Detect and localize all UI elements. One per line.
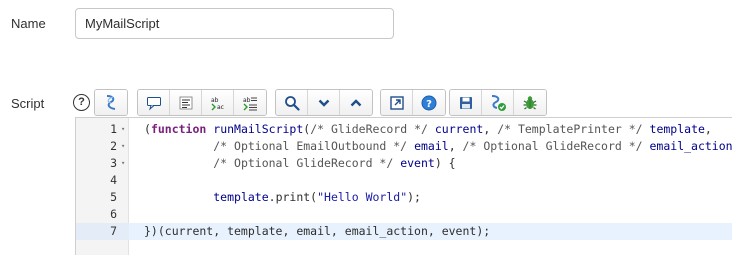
code-line[interactable]: 6 bbox=[76, 206, 732, 223]
line-number: 2 bbox=[110, 139, 117, 153]
toolbar-group-save bbox=[449, 89, 547, 116]
code-token: template bbox=[213, 190, 269, 204]
code-line[interactable]: 7 })(current, template, email, email_acti… bbox=[76, 223, 732, 240]
code-token: ); bbox=[407, 190, 421, 204]
code-token: /* Optional GlideRecord */ bbox=[213, 156, 394, 170]
line-number: 4 bbox=[110, 173, 117, 187]
editor-help-button[interactable]: ? bbox=[413, 90, 445, 115]
svg-text:ab: ab bbox=[243, 97, 251, 104]
search-button[interactable] bbox=[276, 90, 308, 115]
format-code-button[interactable] bbox=[170, 90, 202, 115]
code-text: /* Optional EmailOutbound */ email, /* O… bbox=[144, 138, 732, 155]
line-number: 6 bbox=[110, 207, 117, 221]
code-token: runMailScript bbox=[213, 122, 304, 136]
fold-toggle-icon[interactable]: ▾ bbox=[121, 155, 125, 172]
line-number: 3 bbox=[110, 156, 117, 170]
code-token: , bbox=[483, 122, 498, 136]
script-check-icon bbox=[491, 94, 506, 111]
replace-button[interactable]: ab ac bbox=[202, 90, 234, 115]
code-token: "Hello World" bbox=[317, 190, 408, 204]
field-help-icon[interactable]: ? bbox=[73, 94, 90, 111]
search-icon bbox=[284, 95, 300, 111]
code-line[interactable]: 5 template.print("Hello World"); bbox=[76, 189, 732, 206]
code-token: , bbox=[448, 139, 463, 153]
line-number-cell: 3 ▾ bbox=[76, 155, 129, 172]
comment-button[interactable] bbox=[138, 90, 170, 115]
code-line[interactable]: 1 ▾ (function runMailScript(/* GlideRecord… bbox=[76, 121, 732, 138]
line-number-cell: 5 bbox=[76, 189, 129, 206]
code-token: ) { bbox=[434, 156, 456, 170]
line-number-cell: 6 bbox=[76, 206, 129, 223]
name-input[interactable] bbox=[75, 8, 394, 39]
expand-editor-button[interactable] bbox=[381, 90, 413, 115]
comment-icon bbox=[146, 96, 161, 110]
script-editor[interactable]: 1 ▾ (function runMailScript(/* GlideRecord… bbox=[75, 117, 732, 255]
script-debug-button[interactable] bbox=[95, 90, 127, 115]
svg-text:?: ? bbox=[426, 99, 432, 110]
line-number-cell: 7 bbox=[76, 223, 129, 240]
script-check-button[interactable] bbox=[482, 90, 514, 115]
script-label: Script bbox=[11, 96, 45, 111]
svg-text:ac: ac bbox=[217, 104, 224, 111]
fold-toggle-icon[interactable]: ▾ bbox=[121, 121, 125, 138]
line-number-cell: 1 ▾ bbox=[76, 121, 129, 138]
code-text: /* Optional GlideRecord */ event) { bbox=[144, 155, 456, 172]
line-number: 7 bbox=[110, 224, 117, 238]
code-token: function bbox=[150, 122, 207, 136]
code-token: email bbox=[414, 139, 449, 153]
replace-all-icon: ab bbox=[243, 97, 257, 110]
toolbar-group-debug bbox=[94, 89, 128, 116]
code-text: (function runMailScript(/* GlideRecord *… bbox=[144, 121, 712, 138]
code-line[interactable]: 3 ▾ /* Optional GlideRecord */ event) { bbox=[76, 155, 732, 172]
name-label: Name bbox=[11, 16, 46, 31]
code-token: .print( bbox=[268, 190, 318, 204]
line-number: 1 bbox=[110, 122, 117, 136]
replace-all-button[interactable]: ab bbox=[234, 90, 266, 115]
script-debug-icon bbox=[106, 94, 116, 110]
find-previous-button[interactable] bbox=[340, 90, 372, 115]
code-token: email_action bbox=[649, 139, 732, 153]
line-number-cell: 4 bbox=[76, 172, 129, 189]
find-next-button[interactable] bbox=[308, 90, 340, 115]
code-token: /* Optional EmailOutbound */ bbox=[213, 139, 408, 153]
code-line[interactable]: 4 bbox=[76, 172, 732, 189]
code-token: /* GlideRecord */ bbox=[310, 122, 428, 136]
code-token: /* TemplatePrinter */ bbox=[497, 122, 643, 136]
toolbar-group-search bbox=[275, 89, 373, 116]
line-number-cell: 2 ▾ bbox=[76, 138, 129, 155]
code-token: current bbox=[434, 122, 484, 136]
save-icon bbox=[459, 96, 472, 109]
toolbar-group-view: ? bbox=[380, 89, 446, 116]
chevron-up-icon bbox=[350, 98, 362, 106]
save-button[interactable] bbox=[450, 90, 482, 115]
code-token: })(current, template, email, email_actio… bbox=[144, 224, 491, 238]
code-text: })(current, template, email, email_actio… bbox=[144, 223, 490, 240]
code-token: event bbox=[400, 156, 435, 170]
toolbar-group-edit: ab ac ab bbox=[137, 89, 267, 116]
code-token: , bbox=[704, 122, 712, 136]
format-code-icon bbox=[179, 96, 192, 109]
debug-icon bbox=[523, 95, 537, 109]
help-icon: ? bbox=[421, 95, 437, 110]
line-number: 5 bbox=[110, 190, 117, 204]
code-token: /* Optional GlideRecord */ bbox=[462, 139, 643, 153]
replace-icon: ab ac bbox=[211, 97, 224, 111]
code-token: template bbox=[649, 122, 705, 136]
code-line[interactable]: 2 ▾ /* Optional EmailOutbound */ email, /… bbox=[76, 138, 732, 155]
debug-button[interactable] bbox=[514, 90, 546, 115]
code-token: ( bbox=[144, 122, 151, 136]
chevron-down-icon bbox=[318, 99, 329, 107]
code-text: template.print("Hello World"); bbox=[144, 189, 421, 206]
svg-text:ab: ab bbox=[211, 97, 219, 104]
expand-icon bbox=[389, 95, 404, 110]
fold-toggle-icon[interactable]: ▾ bbox=[121, 138, 125, 155]
